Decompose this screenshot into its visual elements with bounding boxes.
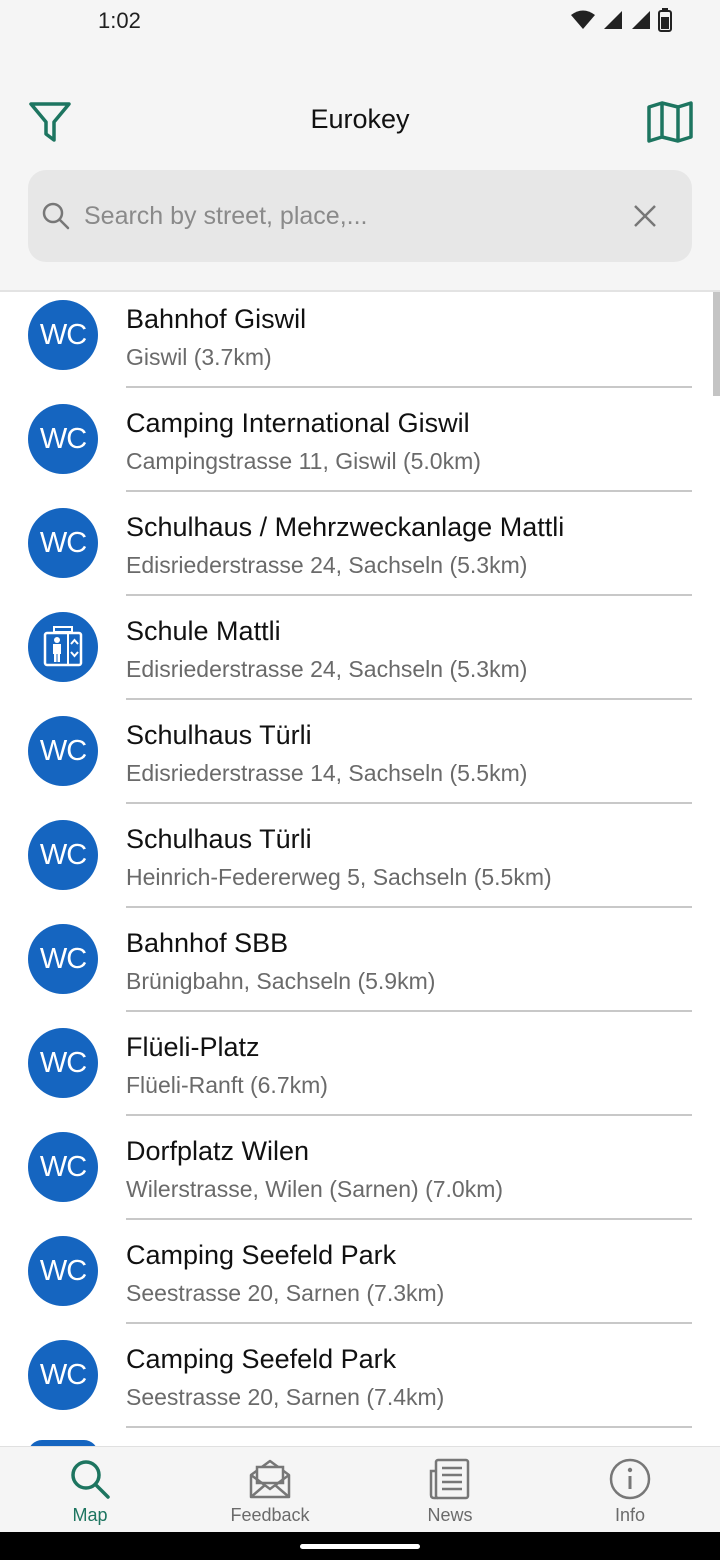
app-header: Eurokey — [0, 48, 720, 292]
divider — [126, 1218, 692, 1220]
wc-icon: WC — [28, 404, 98, 474]
list-item[interactable]: WC Schulhaus / Mehrzweckanlage Mattli Ed… — [0, 500, 720, 604]
divider — [126, 1114, 692, 1116]
divider — [126, 698, 692, 700]
item-title: Bahnhof SBB — [126, 928, 289, 958]
signal-icon — [604, 11, 622, 29]
divider — [126, 490, 692, 492]
list-item[interactable]: WC Bahnhof SBB Brünigbahn, Sachseln (5.9… — [0, 916, 720, 1020]
nav-label-feedback: Feedback — [230, 1505, 310, 1525]
page-title: Eurokey — [310, 104, 410, 134]
nav-item-info[interactable]: Info — [540, 1447, 720, 1533]
nav-item-map[interactable]: Map — [0, 1447, 180, 1533]
bottom-navigation: Map Feedback News Info — [0, 1446, 720, 1533]
wc-icon: WC — [28, 924, 98, 994]
status-time: 1:02 — [98, 8, 141, 33]
wc-icon: WC — [28, 508, 98, 578]
list-item[interactable]: WC Schulhaus Türli Edisriederstrasse 14,… — [0, 708, 720, 812]
search-input[interactable] — [84, 170, 624, 262]
item-title: Schulhaus / Mehrzweckanlage Mattli — [126, 512, 565, 542]
item-title: Camping Seefeld Park — [126, 1344, 397, 1374]
nav-label-news: News — [427, 1505, 473, 1525]
wc-icon: WC — [28, 1236, 98, 1306]
wc-icon: WC — [28, 716, 98, 786]
search-icon — [42, 202, 70, 230]
divider — [126, 802, 692, 804]
item-subtitle: Heinrich-Federerweg 5, Sachseln (5.5km) — [126, 864, 552, 890]
item-subtitle: Edisriederstrasse 14, Sachseln (5.5km) — [126, 760, 528, 786]
list-item[interactable]: WC Flüeli-Platz Flüeli-Ranft (6.7km) — [0, 1020, 720, 1124]
divider — [126, 1322, 692, 1324]
gesture-bar — [0, 1532, 720, 1560]
item-title: Schule Mattli — [126, 616, 281, 646]
wifi-icon — [571, 10, 595, 29]
divider — [126, 1010, 692, 1012]
battery-icon — [658, 8, 672, 32]
list-item[interactable]: WC Schulhaus Türli Heinrich-Federerweg 5… — [0, 812, 720, 916]
divider — [126, 906, 692, 908]
item-subtitle: Edisriederstrasse 24, Sachseln (5.3km) — [126, 552, 528, 578]
item-title: Camping International Giswil — [126, 408, 470, 438]
item-title: Flüeli-Platz — [126, 1032, 260, 1062]
signal-icon — [632, 11, 650, 29]
nav-item-feedback[interactable]: Feedback — [180, 1447, 360, 1533]
item-subtitle: Giswil (3.7km) — [126, 344, 272, 370]
list-item[interactable]: WC Camping Seefeld Park Seestrasse 20, S… — [0, 1228, 720, 1332]
home-gesture-handle[interactable] — [300, 1544, 420, 1549]
list-item[interactable]: WC Bahnhof Giswil Giswil (3.7km) — [0, 292, 720, 396]
item-subtitle: Seestrasse 20, Sarnen (7.4km) — [126, 1384, 445, 1410]
nav-label-map: Map — [72, 1505, 108, 1525]
item-title: Schulhaus Türli — [126, 720, 312, 750]
news-icon — [429, 1458, 470, 1500]
list-item[interactable]: WC Camping Seefeld Park Seestrasse 20, S… — [0, 1332, 720, 1436]
item-subtitle: Flüeli-Ranft (6.7km) — [126, 1072, 328, 1098]
item-title: Schulhaus Türli — [126, 824, 312, 854]
item-title: Camping Seefeld Park — [126, 1240, 397, 1270]
status-bar: 1:02 — [0, 0, 720, 48]
status-icons — [570, 8, 672, 32]
item-subtitle: Brünigbahn, Sachseln (5.9km) — [126, 968, 436, 994]
wc-icon: WC — [28, 1132, 98, 1202]
list-item[interactable]: WC Camping International Giswil Campings… — [0, 396, 720, 500]
wc-icon: WC — [28, 1340, 98, 1410]
search-bar — [28, 170, 692, 262]
divider — [126, 386, 692, 388]
wc-icon: WC — [28, 1028, 98, 1098]
map-view-button[interactable] — [646, 98, 694, 146]
info-icon — [609, 1458, 651, 1500]
divider — [126, 1426, 692, 1428]
divider — [126, 594, 692, 596]
item-subtitle: Campingstrasse 11, Giswil (5.0km) — [126, 448, 481, 474]
nav-label-info: Info — [614, 1505, 646, 1525]
wc-icon: WC — [28, 300, 98, 370]
clear-search-button[interactable] — [632, 203, 658, 229]
item-subtitle: Seestrasse 20, Sarnen (7.3km) — [126, 1280, 445, 1306]
item-subtitle: Edisriederstrasse 24, Sachseln (5.3km) — [126, 656, 528, 682]
nav-item-news[interactable]: News — [360, 1447, 540, 1533]
item-title: Bahnhof Giswil — [126, 304, 307, 334]
map-icon — [647, 101, 693, 143]
wc-icon: WC — [28, 820, 98, 890]
feedback-icon — [249, 1459, 291, 1499]
list-item[interactable]: Schule Mattli Edisriederstrasse 24, Sach… — [0, 604, 720, 708]
item-subtitle: Wilerstrasse, Wilen (Sarnen) (7.0km) — [126, 1176, 504, 1202]
item-title: Dorfplatz Wilen — [126, 1136, 310, 1166]
elevator-icon — [28, 612, 98, 682]
list-item[interactable]: WC Dorfplatz Wilen Wilerstrasse, Wilen (… — [0, 1124, 720, 1228]
location-list: WC Bahnhof Giswil Giswil (3.7km) WC Camp… — [0, 292, 720, 1446]
search-icon — [71, 1460, 110, 1499]
scrollbar[interactable] — [713, 292, 720, 396]
